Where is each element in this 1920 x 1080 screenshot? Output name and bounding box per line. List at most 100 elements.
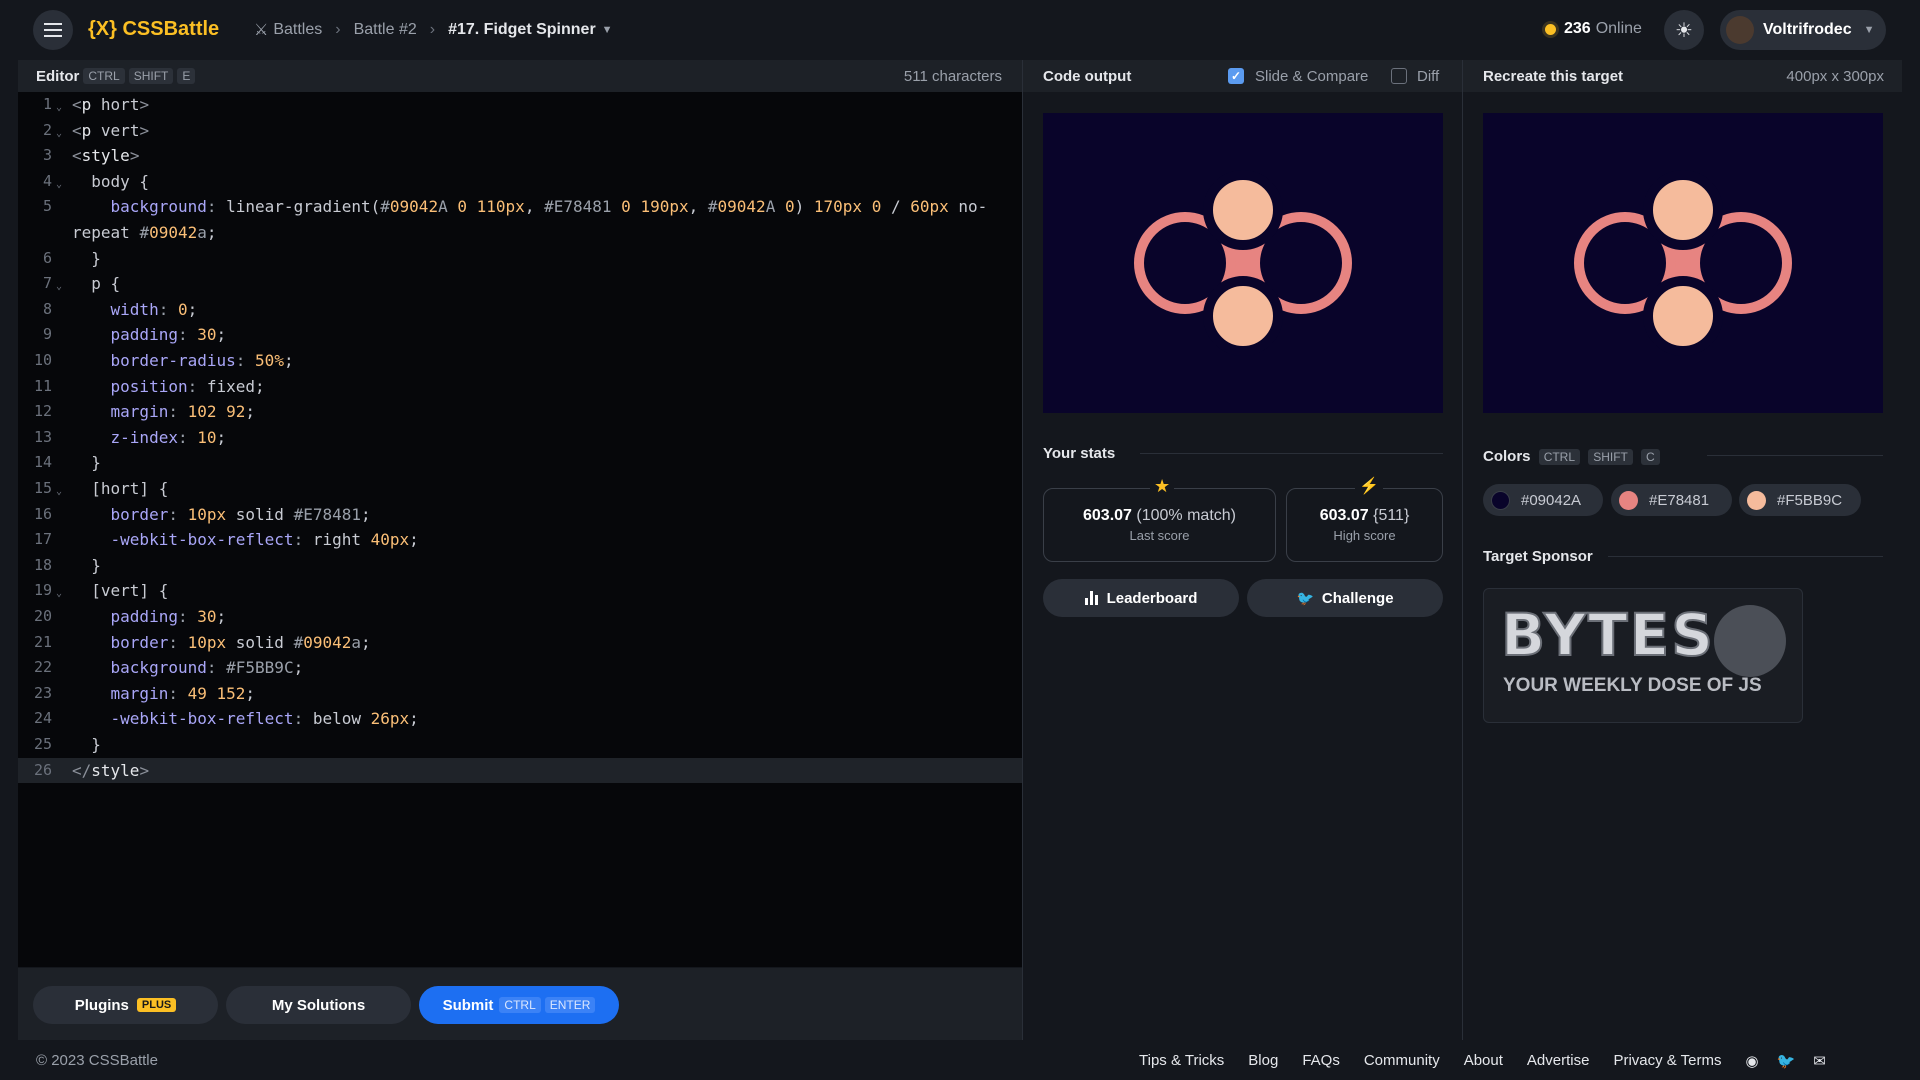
code-line[interactable]: 9 padding: 30; bbox=[18, 322, 1022, 348]
code-line[interactable]: 26 </style> bbox=[18, 757, 1022, 784]
discord-icon[interactable]: ◉ bbox=[1746, 1052, 1759, 1070]
code-line[interactable]: 16 border: 10px solid #E78481; bbox=[18, 502, 1022, 528]
plugins-label: Plugins bbox=[74, 996, 129, 1014]
code-text: p { bbox=[72, 274, 121, 294]
my-solutions-button[interactable]: My Solutions bbox=[226, 986, 411, 1024]
code-line[interactable]: 23 margin: 49 152; bbox=[18, 681, 1022, 707]
swatch-hex: #E78481 bbox=[1649, 491, 1710, 509]
code-line[interactable]: 18 } bbox=[18, 553, 1022, 579]
code-text: repeat #09042a; bbox=[72, 223, 217, 242]
diff-label[interactable]: Diff bbox=[1417, 68, 1439, 85]
submit-button[interactable]: Submit CTRL ENTER bbox=[419, 986, 619, 1024]
fidget-spinner-target bbox=[1574, 170, 1792, 356]
theme-toggle-button[interactable]: ☀ bbox=[1664, 10, 1704, 50]
swords-icon: ⚔ bbox=[254, 22, 269, 39]
line-number: 7 bbox=[42, 274, 52, 293]
footer-link-about[interactable]: About bbox=[1464, 1052, 1503, 1070]
code-text: position: fixed; bbox=[110, 376, 265, 396]
code-text: margin: 49 152; bbox=[110, 683, 256, 703]
logo[interactable]: {X} CSSBattle bbox=[88, 18, 219, 41]
last-score-match: (100% match) bbox=[1136, 507, 1236, 524]
code-line[interactable]: 8 width: 0; bbox=[18, 297, 1022, 323]
sponsor-wordmark: BYTES bbox=[1500, 600, 1715, 670]
leaderboard-button[interactable]: Leaderboard bbox=[1043, 579, 1239, 617]
breadcrumb-current-target[interactable]: #17. Fidget Spinner bbox=[448, 21, 596, 39]
line-number: 11 bbox=[33, 376, 52, 395]
code-line[interactable]: 6 } bbox=[18, 246, 1022, 272]
line-number: 16 bbox=[33, 504, 52, 523]
user-menu-button[interactable]: Voltrifrodec ▼ bbox=[1720, 10, 1886, 50]
swatch-dot bbox=[1619, 490, 1638, 510]
star-icon: ★ bbox=[1150, 476, 1175, 497]
slide-compare-label[interactable]: Slide & Compare bbox=[1255, 68, 1368, 85]
footer-link-blog[interactable]: Blog bbox=[1248, 1052, 1278, 1070]
submit-label: Submit bbox=[442, 996, 494, 1014]
code-text: } bbox=[72, 453, 101, 473]
code-line[interactable]: 17 -webkit-box-reflect: right 40px; bbox=[18, 527, 1022, 553]
code-output-canvas[interactable] bbox=[1043, 113, 1443, 413]
code-line[interactable]: 4 ⌄ body { bbox=[18, 169, 1022, 195]
color-swatch[interactable]: #F5BB9C bbox=[1739, 484, 1861, 516]
color-swatch[interactable]: #09042A bbox=[1483, 484, 1603, 516]
line-number: 10 bbox=[33, 351, 52, 369]
chevron-right-icon: › bbox=[429, 21, 436, 38]
kbd-ctrl: CTRL bbox=[1538, 449, 1581, 465]
code-line[interactable]: 14 } bbox=[18, 450, 1022, 476]
plus-badge: PLUS bbox=[136, 998, 177, 1012]
code-line[interactable]: 2 ⌄ <p vert> bbox=[18, 118, 1022, 144]
code-text: padding: 30; bbox=[110, 325, 227, 345]
challenge-button[interactable]: 🐦 Challenge bbox=[1247, 579, 1443, 617]
line-number: 22 bbox=[33, 658, 52, 677]
output-title: Code output bbox=[1043, 67, 1132, 85]
footer-link-privacy[interactable]: Privacy & Terms bbox=[1613, 1052, 1721, 1070]
code-line[interactable]: 15 ⌄ [hort] { bbox=[18, 476, 1022, 502]
code-line[interactable]: 25 } bbox=[18, 732, 1022, 758]
footer-link-advertise[interactable]: Advertise bbox=[1527, 1052, 1590, 1070]
code-line[interactable]: 5 background: linear-gradient(#09042A 0 … bbox=[18, 194, 1022, 220]
diff-checkbox[interactable] bbox=[1391, 68, 1407, 84]
line-number: 23 bbox=[33, 683, 52, 702]
code-text: body { bbox=[72, 171, 150, 191]
code-editor[interactable]: 1 ⌄ <p hort> 2 ⌄ <p vert> 3 <style> 4 ⌄ body {5 b… bbox=[18, 92, 1022, 967]
kbd-ctrl: CTRL bbox=[499, 997, 541, 1013]
plugins-button[interactable]: Plugins PLUS bbox=[33, 986, 218, 1024]
line-number: 5 bbox=[42, 197, 52, 216]
code-line[interactable]: 22 background: #F5BB9C; bbox=[18, 655, 1022, 681]
high-score-label: High score bbox=[1333, 528, 1396, 543]
line-number: 17 bbox=[33, 530, 52, 549]
last-score-value: 603.07 bbox=[1083, 507, 1132, 524]
code-line[interactable]: 11 position: fixed; bbox=[18, 374, 1022, 400]
code-line[interactable]: 10 border-radius: 50%; bbox=[18, 348, 1022, 374]
code-line[interactable]: 13 z-index: 10; bbox=[18, 425, 1022, 451]
sponsor-banner[interactable]: BYTES YOUR WEEKLY DOSE OF JS bbox=[1483, 588, 1803, 723]
character-count: 511 characters bbox=[903, 67, 1002, 85]
slide-compare-checkbox[interactable]: ✓ bbox=[1228, 68, 1244, 84]
kbd-ctrl: CTRL bbox=[83, 68, 125, 84]
breadcrumb-battles[interactable]: Battles bbox=[273, 21, 322, 39]
code-line[interactable]: 24 -webkit-box-reflect: below 26px; bbox=[18, 706, 1022, 732]
footer-link-faqs[interactable]: FAQs bbox=[1302, 1052, 1340, 1070]
footer-link-community[interactable]: Community bbox=[1364, 1052, 1440, 1070]
divider bbox=[1462, 60, 1463, 1040]
code-line[interactable]: 12 margin: 102 92; bbox=[18, 399, 1022, 425]
code-text: border-radius: 50%; bbox=[110, 351, 294, 370]
mail-icon[interactable]: ✉ bbox=[1813, 1052, 1826, 1070]
line-number: 24 bbox=[33, 709, 52, 728]
color-swatch[interactable]: #E78481 bbox=[1611, 484, 1732, 516]
code-line[interactable]: repeat #09042a; bbox=[18, 220, 1022, 246]
code-line[interactable]: 19 ⌄ [vert] { bbox=[18, 578, 1022, 604]
line-number: 20 bbox=[33, 607, 52, 625]
code-line[interactable]: 7 ⌄ p { bbox=[18, 271, 1022, 297]
output-header: Code output ✓ Slide & Compare Diff bbox=[1023, 60, 1462, 92]
last-score-label: Last score bbox=[1129, 528, 1190, 543]
target-header: Recreate this target 400px x 300px bbox=[1463, 60, 1902, 92]
code-line[interactable]: 3 <style> bbox=[18, 143, 1022, 169]
twitter-icon[interactable]: 🐦 bbox=[1777, 1052, 1796, 1070]
breadcrumb-battle[interactable]: Battle #2 bbox=[354, 21, 417, 39]
code-line[interactable]: 1 ⌄ <p hort> bbox=[18, 92, 1022, 118]
code-line[interactable]: 21 border: 10px solid #09042a; bbox=[18, 630, 1022, 656]
footer-link-tips[interactable]: Tips & Tricks bbox=[1139, 1052, 1224, 1070]
menu-button[interactable] bbox=[33, 10, 73, 50]
code-line[interactable]: 20 padding: 30; bbox=[18, 604, 1022, 630]
fidget-spinner-output bbox=[1134, 170, 1352, 356]
